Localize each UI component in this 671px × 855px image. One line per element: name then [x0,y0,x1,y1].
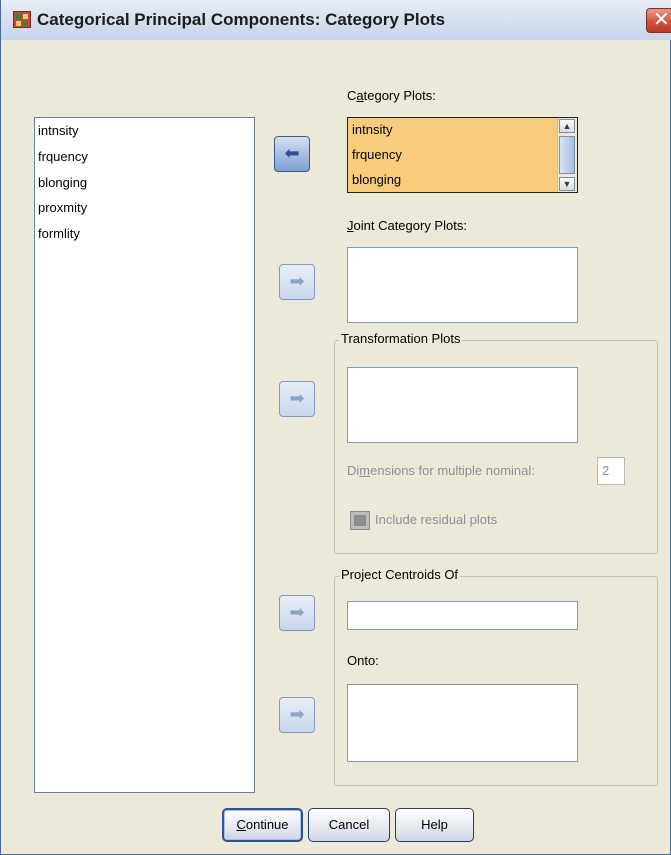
window-title: Categorical Principal Components: Catego… [37,10,446,29]
transformation-plots-title: Transformation Plots [339,331,463,346]
list-item[interactable]: intnsity [348,118,577,143]
list-item[interactable]: frquency [35,144,254,170]
move-to-onto-button[interactable]: ➡ [279,697,315,733]
dimensions-label: Dimensions for multiple nominal: [347,463,535,478]
scroll-down-icon[interactable]: ▼ [559,177,575,191]
list-item[interactable]: blonging [35,170,254,196]
include-residual-plots-checkbox[interactable] [350,511,370,530]
include-residual-plots-label: Include residual plots [375,512,498,527]
continue-button[interactable]: Continue [222,808,303,842]
list-item[interactable]: proxmity [35,195,254,221]
arrow-left-icon: ⬅ [284,143,300,163]
arrow-right-icon: ➡ [289,602,305,622]
app-grid-icon [13,11,31,28]
list-item[interactable]: formlity [35,221,254,247]
scroll-thumb[interactable] [559,136,575,174]
arrow-right-icon: ➡ [289,271,305,291]
move-to-category-plots-button[interactable]: ⬅ [274,136,310,172]
project-centroids-title: Project Centroids Of [339,567,461,582]
transformation-plots-list[interactable] [347,367,578,443]
category-plots-label: Category Plots: [347,88,436,103]
joint-category-plots-label: Joint Category Plots: [347,218,467,233]
onto-list[interactable] [347,684,578,762]
category-plots-list[interactable]: intnsity frquency blonging ▲ ▼ [347,117,578,193]
list-item[interactable]: blonging [348,168,577,192]
list-item[interactable]: intnsity [35,118,254,144]
move-to-transformation-plots-button[interactable]: ➡ [279,381,315,417]
move-to-project-centroids-button[interactable]: ➡ [279,595,315,631]
title-bar: Categorical Principal Components: Catego… [1,0,671,40]
arrow-right-icon: ➡ [289,704,305,724]
cancel-button[interactable]: Cancel [308,808,390,842]
list-item[interactable]: frquency [348,143,577,168]
category-plots-dialog: Categorical Principal Components: Catego… [0,0,671,855]
onto-label: Onto: [347,653,379,668]
project-centroids-field[interactable] [347,601,578,630]
joint-category-plots-list[interactable] [347,247,578,323]
source-variable-list[interactable]: intnsity frquency blonging proxmity form… [34,117,255,793]
close-icon: ✕ [653,9,670,31]
vertical-scrollbar[interactable]: ▲ ▼ [557,118,577,192]
scroll-up-icon[interactable]: ▲ [559,119,575,133]
help-button[interactable]: Help [395,808,474,842]
arrow-right-icon: ➡ [289,388,305,408]
dimensions-field[interactable]: 2 [597,457,625,485]
close-button[interactable]: ✕ [646,8,671,33]
move-to-joint-category-plots-button[interactable]: ➡ [279,264,315,300]
